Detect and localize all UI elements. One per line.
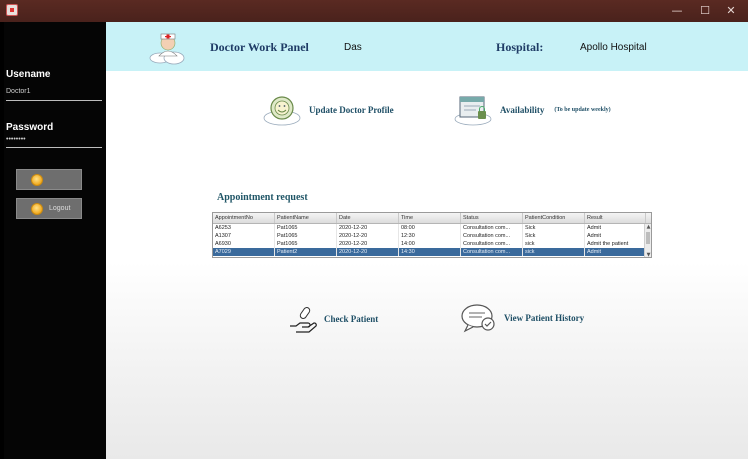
- table-cell: 2020-12-20: [337, 240, 399, 248]
- table-cell: 08:00: [399, 224, 461, 232]
- table-cell: 12:30: [399, 232, 461, 240]
- table-cell: Admit: [585, 232, 646, 240]
- title-bar: — ☐ ✕: [0, 0, 748, 22]
- coin-icon: [31, 202, 43, 215]
- close-button[interactable]: ✕: [721, 3, 741, 19]
- update-profile-label: Update Doctor Profile: [309, 105, 394, 115]
- table-cell: sick: [523, 240, 585, 248]
- table-row[interactable]: A6253 Pat1065 2020-12-20 08:00 Consultat…: [213, 224, 651, 232]
- column-header[interactable]: Time: [399, 213, 461, 223]
- table-cell: 14:30: [399, 248, 461, 256]
- table-cell: Consultation com...: [461, 240, 523, 248]
- header: Doctor Work Panel Das Hospital: Apollo H…: [106, 22, 748, 71]
- table-scrollbar[interactable]: ▲ ▼: [644, 224, 651, 257]
- view-history-label: View Patient History: [504, 313, 585, 323]
- column-header[interactable]: Status: [461, 213, 523, 223]
- check-patient-button[interactable]: Check Patient: [288, 304, 378, 334]
- username-label: Usename: [6, 69, 51, 80]
- availability-note: (To be update weekly): [554, 107, 611, 113]
- table-cell: Consultation com...: [461, 224, 523, 232]
- table-cell: A6253: [213, 224, 275, 232]
- table-cell: Pat1065: [275, 240, 337, 248]
- table-cell: 2020-12-20: [337, 224, 399, 232]
- column-header[interactable]: PatientName: [275, 213, 337, 223]
- appointment-table[interactable]: AppointmentNo PatientName Date Time Stat…: [212, 212, 652, 258]
- table-row[interactable]: A6930 Pat1065 2020-12-20 14:00 Consultat…: [213, 240, 651, 248]
- table-cell: Patient2: [275, 248, 337, 256]
- column-header[interactable]: AppointmentNo: [213, 213, 275, 223]
- availability-label: Availability: [500, 105, 545, 115]
- scroll-thumb[interactable]: [646, 232, 650, 244]
- logout-button-label: Logout: [49, 205, 71, 212]
- main-panel: Doctor Work Panel Das Hospital: Apollo H…: [106, 22, 748, 459]
- maximize-button[interactable]: ☐: [695, 3, 715, 19]
- column-header[interactable]: PatientCondition: [523, 213, 585, 223]
- table-cell: A7029: [213, 248, 275, 256]
- page-title: Doctor Work Panel: [210, 40, 309, 54]
- hospital-name: Apollo Hospital: [580, 42, 647, 53]
- hospital-label: Hospital:: [496, 40, 544, 54]
- availability-icon: [454, 96, 492, 126]
- table-cell: Consultation com...: [461, 232, 523, 240]
- table-cell: Consultation com...: [461, 248, 523, 256]
- coin-icon: [31, 173, 43, 186]
- view-history-button[interactable]: View Patient History: [460, 302, 584, 334]
- profile-icon: [263, 96, 301, 126]
- table-cell: 2020-12-20: [337, 232, 399, 240]
- divider: [6, 147, 102, 148]
- table-cell: Sick: [523, 224, 585, 232]
- availability-button[interactable]: Availability (To be update weekly): [452, 92, 611, 128]
- app-icon: [6, 4, 18, 16]
- column-header[interactable]: Date: [337, 213, 399, 223]
- scroll-down-icon[interactable]: ▼: [645, 252, 651, 257]
- column-header[interactable]: Result: [585, 213, 646, 223]
- logout-button[interactable]: Logout: [16, 198, 82, 219]
- scroll-up-icon[interactable]: ▲: [645, 224, 651, 230]
- sidebar: Usename Doctor1 Password •••••••• Logout: [4, 22, 106, 459]
- minimize-button[interactable]: —: [667, 3, 687, 19]
- doctor-name: Das: [344, 42, 362, 53]
- appointment-section-title: Appointment request: [217, 192, 308, 203]
- username-value: Doctor1: [6, 88, 31, 95]
- table-cell: Admit: [585, 224, 646, 232]
- password-value: ••••••••: [6, 136, 26, 143]
- table-cell: A1307: [213, 232, 275, 240]
- app-window: — ☐ ✕ Usename Doctor1 Password •••••••• …: [0, 0, 748, 459]
- chat-history-icon: [461, 304, 495, 333]
- table-cell: Pat1065: [275, 232, 337, 240]
- table-cell: Admit the patient: [585, 240, 646, 248]
- hand-pill-icon: [290, 307, 317, 333]
- table-cell: 2020-12-20: [337, 248, 399, 256]
- table-row[interactable]: A1307 Pat1065 2020-12-20 12:30 Consultat…: [213, 232, 651, 240]
- table-cell: Pat1065: [275, 224, 337, 232]
- divider: [6, 100, 102, 101]
- table-row-selected[interactable]: A7029 Patient2 2020-12-20 14:30 Consulta…: [213, 248, 651, 256]
- table-cell: 14:00: [399, 240, 461, 248]
- table-header: AppointmentNo PatientName Date Time Stat…: [213, 213, 651, 224]
- sidebar-button[interactable]: [16, 169, 82, 190]
- update-profile-button[interactable]: Update Doctor Profile: [261, 92, 394, 128]
- password-label: Password: [6, 122, 54, 133]
- table-cell: A6930: [213, 240, 275, 248]
- table-cell: Admit: [585, 248, 646, 256]
- doctor-logo-icon: [149, 33, 185, 65]
- table-cell: sick: [523, 248, 585, 256]
- check-patient-label: Check Patient: [324, 314, 379, 324]
- table-cell: Sick: [523, 232, 585, 240]
